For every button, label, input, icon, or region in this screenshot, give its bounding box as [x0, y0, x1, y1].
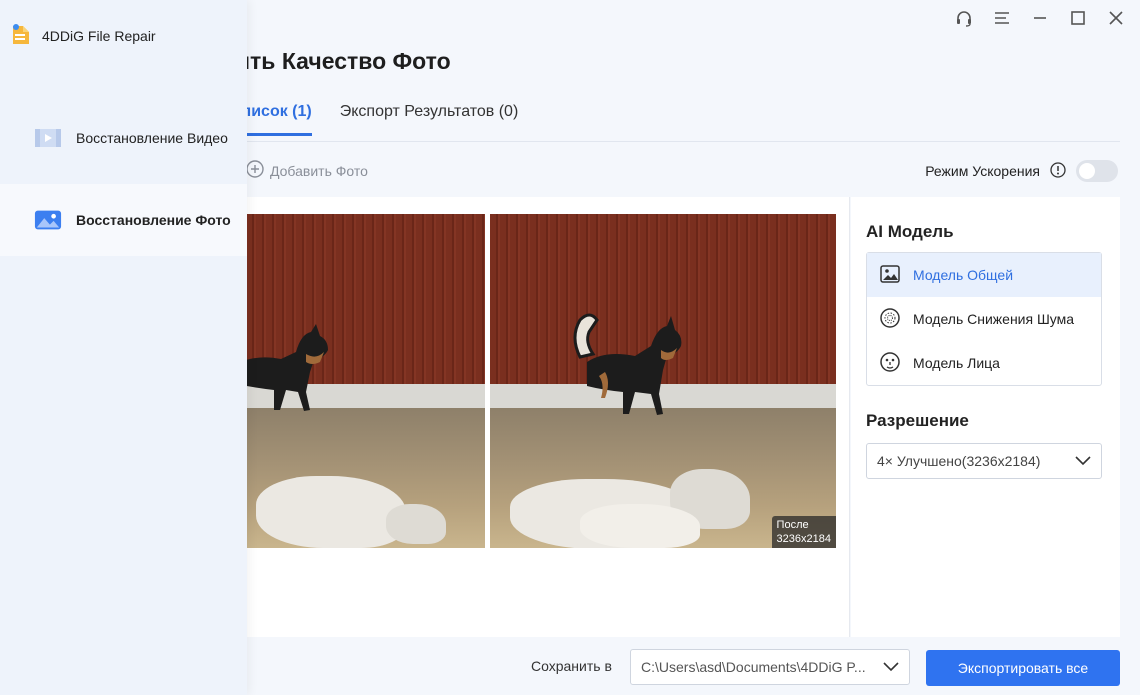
accel-toggle[interactable] — [1076, 160, 1118, 182]
after-label: После — [776, 519, 809, 531]
save-path-value: C:\Users\asd\Documents\4DDiG P... — [641, 659, 866, 675]
minimize-icon[interactable] — [1030, 8, 1050, 28]
chevron-down-icon — [1075, 453, 1091, 469]
after-badge: После 3236x2184 — [771, 516, 836, 548]
sidebar: 4DDiG File Repair Восстановление Видео В… — [0, 0, 247, 695]
model-general-option[interactable]: Модель Общей — [867, 253, 1101, 297]
model-denoise-label: Модель Снижения Шума — [913, 311, 1075, 327]
save-path-select[interactable]: C:\Users\asd\Documents\4DDiG P... — [630, 649, 910, 685]
close-icon[interactable] — [1106, 8, 1126, 28]
photo-icon — [34, 208, 62, 232]
plus-circle-icon — [246, 160, 264, 181]
dog-image — [573, 313, 682, 415]
video-icon — [34, 126, 62, 150]
maximize-icon[interactable] — [1068, 8, 1088, 28]
menu-icon[interactable] — [992, 8, 1012, 28]
noise-icon — [879, 307, 901, 332]
sidebar-item-video-repair[interactable]: Восстановление Видео — [0, 102, 247, 174]
add-photo-button[interactable]: Добавить Фото — [246, 160, 368, 181]
headset-icon[interactable] — [954, 8, 974, 28]
app-name: 4DDiG File Repair — [42, 27, 156, 44]
app-brand: 4DDiG File Repair — [10, 22, 156, 49]
acceleration-mode: Режим Ускорения — [925, 160, 1118, 182]
resolution-select[interactable]: 4× Улучшено(3236x2184) — [866, 443, 1102, 479]
chevron-down-icon — [883, 659, 899, 675]
accel-label: Режим Ускорения — [925, 163, 1040, 179]
model-face-label: Модель Лица — [913, 355, 1000, 371]
resolution-title: Разрешение — [866, 411, 969, 430]
sidebar-item-label: Восстановление Фото — [76, 212, 231, 228]
sidebar-item-label: Восстановление Видео — [76, 130, 228, 146]
save-to-label: Сохранить в — [531, 658, 612, 674]
model-denoise-option[interactable]: Модель Снижения Шума — [867, 297, 1101, 341]
after-resolution: 3236x2184 — [776, 533, 831, 545]
before-image — [246, 214, 485, 548]
ai-model-title: AI Модель — [866, 222, 954, 241]
tab-divider — [230, 141, 1120, 142]
add-photo-label: Добавить Фото — [270, 162, 368, 179]
info-icon[interactable] — [1050, 161, 1066, 181]
face-icon — [879, 351, 901, 376]
titlebar-controls — [954, 8, 1126, 28]
after-image: После 3236x2184 — [490, 214, 836, 548]
ai-model-list: Модель Общей Модель Снижения Шума Модель… — [866, 252, 1102, 386]
resolution-value: 4× Улучшено(3236x2184) — [877, 453, 1041, 469]
model-face-option[interactable]: Модель Лица — [867, 341, 1101, 385]
dog-image — [246, 324, 328, 411]
image-preview: После 3236x2184 — [246, 214, 836, 548]
model-general-label: Модель Общей — [913, 267, 1014, 283]
export-all-button[interactable]: Экспортировать все — [926, 650, 1120, 686]
page-title: нить Качество Фото — [222, 48, 451, 74]
tab-export-results[interactable]: Экспорт Результатов (0) — [340, 103, 519, 136]
tab-bar: Список (1) Экспорт Результатов (0) — [230, 103, 518, 136]
app-logo-icon — [10, 22, 32, 49]
image-icon — [879, 263, 901, 288]
sidebar-item-photo-repair[interactable]: Восстановление Фото — [0, 184, 247, 256]
